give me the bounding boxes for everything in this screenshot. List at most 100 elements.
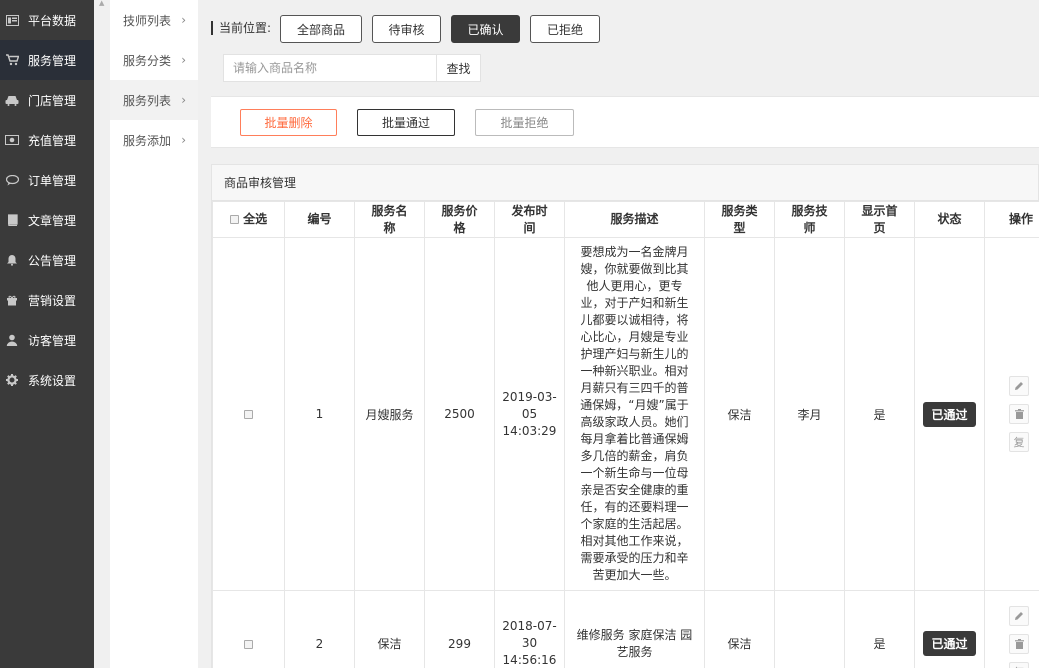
column-header: 服务技师 xyxy=(774,201,845,238)
comment-icon xyxy=(5,173,19,187)
batch-delete-button[interactable]: 批量删除 xyxy=(240,109,337,136)
copy-icon[interactable]: 复 xyxy=(1009,432,1029,452)
nav-item-order-management[interactable]: 订单管理 xyxy=(0,160,94,200)
chevron-right-icon: › xyxy=(181,53,186,67)
money-icon xyxy=(5,133,19,147)
cell-show-home: 是 xyxy=(844,237,915,591)
cell-name: 保洁 xyxy=(354,590,425,668)
cell-type: 保洁 xyxy=(704,237,775,591)
gear-icon xyxy=(5,373,19,387)
cell-operations: 复 xyxy=(984,590,1039,668)
nav-item-label: 充值管理 xyxy=(28,133,77,148)
row-select-cell[interactable] xyxy=(212,590,285,668)
row-checkbox[interactable] xyxy=(244,410,253,419)
cell-id: 1 xyxy=(284,237,355,591)
edit-icon[interactable] xyxy=(1009,376,1029,396)
dashboard-icon xyxy=(5,13,19,27)
car-icon xyxy=(5,93,19,107)
cell-show-home: 是 xyxy=(844,590,915,668)
nav-item-recharge-management[interactable]: 充值管理 xyxy=(0,120,94,160)
submenu-item-service-list[interactable]: 服务列表 › xyxy=(110,80,198,120)
column-header: 服务价格 xyxy=(424,201,495,238)
nav-item-label: 访客管理 xyxy=(28,333,77,348)
row-checkbox[interactable] xyxy=(244,639,253,649)
cell-time-clock: 14:56:16 xyxy=(502,653,557,667)
column-header: 服务类型 xyxy=(704,201,775,238)
cell-time-clock: 14:03:29 xyxy=(502,423,557,438)
cell-description: 要想成为一名金牌月嫂，你就要做到比其他人更用心，更专业，对于产妇和新生儿都要以诚… xyxy=(564,237,705,591)
filter-rejected-button[interactable]: 已拒绝 xyxy=(530,15,600,43)
edit-icon[interactable] xyxy=(1009,605,1029,626)
nav-item-store-management[interactable]: 门店管理 xyxy=(0,80,94,120)
select-all-checkbox[interactable] xyxy=(229,215,239,224)
cell-type: 保洁 xyxy=(704,590,775,668)
panel-title: 商品审核管理 xyxy=(212,165,1038,201)
nav-item-article-management[interactable]: 文章管理 xyxy=(0,200,94,240)
nav-item-label: 公告管理 xyxy=(28,253,77,268)
row-select-cell[interactable] xyxy=(212,237,285,591)
user-icon xyxy=(5,333,19,347)
chevron-right-icon: › xyxy=(181,13,186,27)
cell-time: 2018-07-30 14:56:16 xyxy=(494,590,565,668)
column-header: 显示首页 xyxy=(844,201,915,238)
nav-item-label: 系统设置 xyxy=(28,373,77,388)
product-review-panel: 商品审核管理 全选 编号 服务名称 服务价格 发布时间 服务描述 服务类型 服务… xyxy=(211,164,1039,668)
submenu-item-service-category[interactable]: 服务分类 › xyxy=(110,40,198,80)
cell-status: 已通过 xyxy=(914,590,985,668)
gift-icon xyxy=(5,293,19,307)
nav-item-label: 服务管理 xyxy=(28,53,77,68)
submenu-item-label: 技师列表 xyxy=(123,13,172,28)
cell-status: 已通过 xyxy=(914,237,985,591)
copy-icon[interactable]: 复 xyxy=(1009,661,1029,668)
search-box: 查找 xyxy=(223,54,481,82)
nav-item-system-settings[interactable]: 系统设置 xyxy=(0,360,94,400)
main-nav: 平台数据 服务管理 门店管理 充值管理 订单管理 文章管理 公告管理 营销设置 … xyxy=(0,0,94,668)
filter-all-button[interactable]: 全部商品 xyxy=(280,15,362,43)
cell-operations: 复 xyxy=(984,237,1039,591)
select-all-label: 全选 xyxy=(243,212,268,226)
submenu-item-technician-list[interactable]: 技师列表 › xyxy=(110,0,198,40)
nav-item-label: 文章管理 xyxy=(28,213,77,228)
submenu-item-label: 服务添加 xyxy=(123,133,172,148)
nav-item-announcement-management[interactable]: 公告管理 xyxy=(0,240,94,280)
sub-menu: 技师列表 › 服务分类 › 服务列表 › 服务添加 › xyxy=(110,0,198,668)
cell-description: 维修服务 家庭保洁 园艺服务 xyxy=(564,590,705,668)
trash-icon[interactable] xyxy=(1009,633,1029,654)
cell-technician: 李月 xyxy=(774,237,845,591)
trash-icon[interactable] xyxy=(1009,404,1029,424)
chevron-right-icon: › xyxy=(181,93,186,107)
nav-item-service-management[interactable]: 服务管理 xyxy=(0,40,94,80)
nav-item-label: 营销设置 xyxy=(28,293,77,308)
scroll-up-arrow[interactable]: ▲ xyxy=(99,0,105,7)
filter-pending-button[interactable]: 待审核 xyxy=(372,15,441,43)
nav-item-label: 订单管理 xyxy=(28,173,77,188)
product-table: 全选 编号 服务名称 服务价格 发布时间 服务描述 服务类型 服务技师 显示首页… xyxy=(212,201,1039,668)
chevron-right-icon: › xyxy=(181,133,186,147)
nav-item-visitor-management[interactable]: 访客管理 xyxy=(0,320,94,360)
nav-item-label: 平台数据 xyxy=(28,13,77,28)
column-header: 编号 xyxy=(284,201,355,238)
cell-price: 2500 xyxy=(424,237,495,591)
select-all-header[interactable]: 全选 xyxy=(212,201,285,238)
cell-id: 2 xyxy=(284,590,355,668)
submenu-item-service-add[interactable]: 服务添加 › xyxy=(110,120,198,160)
location-label: 当前位置: xyxy=(211,21,271,35)
submenu-item-label: 服务分类 xyxy=(123,53,172,68)
search-input[interactable] xyxy=(224,55,436,81)
nav-item-platform-data[interactable]: 平台数据 xyxy=(0,0,94,40)
column-header: 服务名称 xyxy=(354,201,425,238)
column-header: 操作 xyxy=(984,201,1039,238)
main-content: 当前位置: 全部商品 待审核 已确认 已拒绝 查找 批量删除 批量通过 批量拒绝… xyxy=(205,0,1039,668)
book-icon xyxy=(5,213,19,227)
search-button[interactable]: 查找 xyxy=(436,55,480,81)
batch-reject-button[interactable]: 批量拒绝 xyxy=(475,109,574,136)
table-row: 2 保洁 299 2018-07-30 14:56:16 维修服务 家庭保洁 园… xyxy=(212,590,1039,668)
filter-confirmed-button[interactable]: 已确认 xyxy=(451,15,520,43)
nav-item-marketing-settings[interactable]: 营销设置 xyxy=(0,280,94,320)
status-badge: 已通过 xyxy=(923,401,976,427)
column-header: 发布时间 xyxy=(494,201,565,238)
submenu-item-label: 服务列表 xyxy=(123,93,172,108)
cell-time-date: 2018-07-30 xyxy=(502,619,557,650)
table-row: 1 月嫂服务 2500 2019-03-05 14:03:29 要想成为一名金牌… xyxy=(212,237,1039,591)
batch-approve-button[interactable]: 批量通过 xyxy=(357,109,455,136)
